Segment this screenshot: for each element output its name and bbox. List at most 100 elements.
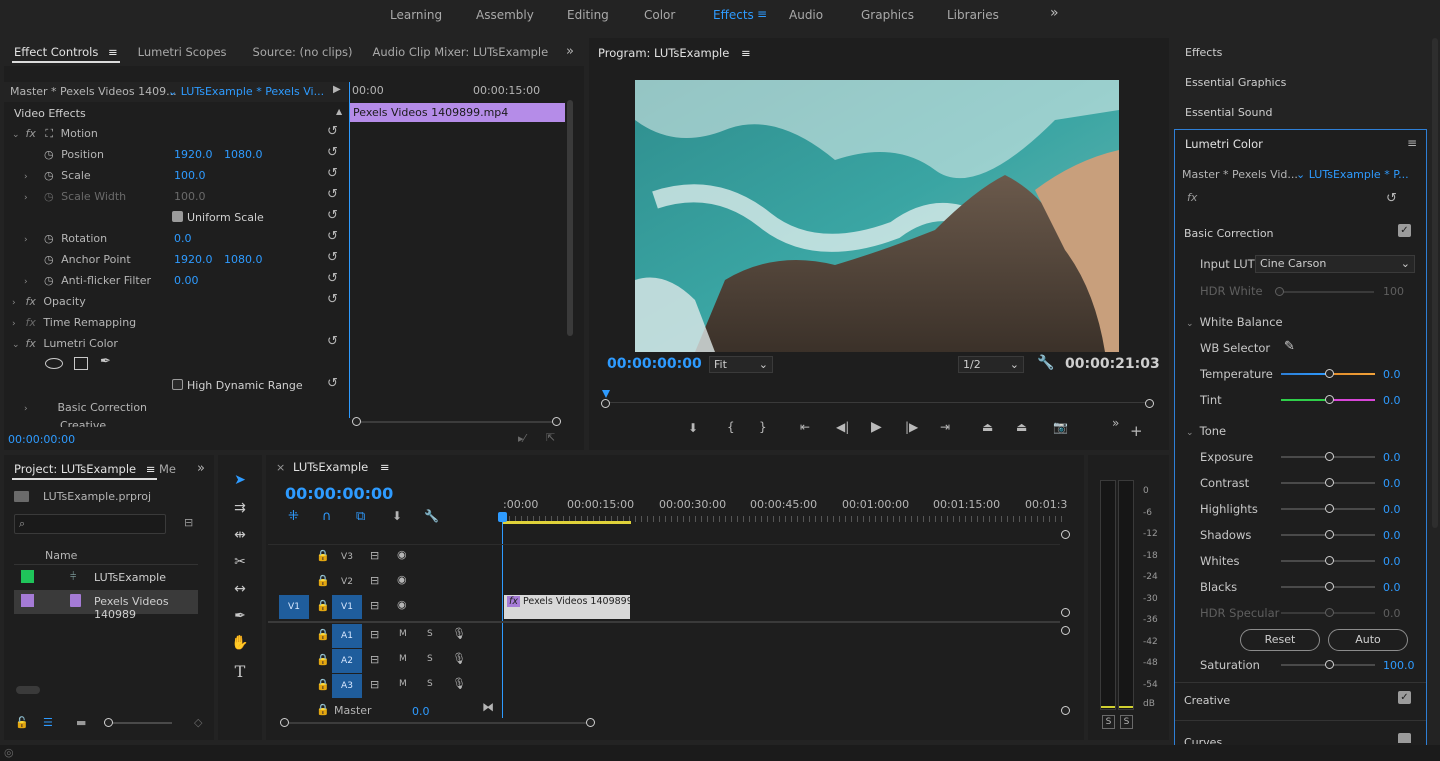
button-editor-icon[interactable]: + — [1130, 422, 1143, 440]
reset-icon[interactable]: ↺ — [327, 125, 341, 139]
temperature-value[interactable]: 0.0 — [1383, 365, 1401, 385]
tab-project[interactable]: Project: LUTsExample ≡ — [4, 455, 165, 483]
ec-scrollbar[interactable] — [567, 100, 573, 336]
video-track-v3[interactable]: 🔒 V3 ⊟ ◉ — [268, 545, 1060, 569]
tint-value[interactable]: 0.0 — [1383, 391, 1401, 411]
eye-icon[interactable]: ◉ — [397, 548, 407, 561]
saturation-value[interactable]: 100.0 — [1383, 656, 1415, 676]
work-area-bar[interactable] — [503, 521, 631, 524]
slip-tool-icon[interactable]: ↔ — [230, 581, 250, 597]
ellipse-mask-icon[interactable] — [45, 358, 63, 369]
ec-sequence-label[interactable]: ⌄ LUTsExample * Pexels Vi... — [168, 85, 324, 98]
reset-icon[interactable]: ↺ — [327, 335, 341, 349]
stopwatch-icon[interactable]: ◷ — [44, 274, 54, 287]
add-marker-icon[interactable]: ⬇ — [392, 509, 402, 523]
shadows-value[interactable]: 0.0 — [1383, 526, 1401, 546]
lumetri-fx-icon[interactable]: fx — [1187, 191, 1197, 204]
export-icon[interactable]: ⇱ — [546, 431, 555, 444]
position-y-value[interactable]: 1080.0 — [224, 145, 263, 165]
go-to-out-icon[interactable]: ⇥ — [940, 420, 950, 434]
ec-hscroll[interactable] — [352, 417, 562, 427]
tab-timeline[interactable]: LUTsExample ≡ — [293, 460, 390, 474]
reset-icon[interactable]: ↺ — [327, 188, 341, 202]
snap-icon[interactable]: ∩ — [322, 509, 332, 524]
lock-icon[interactable]: 🔒 — [316, 653, 330, 666]
reset-icon[interactable]: ↺ — [327, 251, 341, 265]
more-buttons-icon[interactable]: » — [1112, 416, 1119, 430]
step-back-icon[interactable]: ◀| — [836, 420, 849, 434]
go-to-in-icon[interactable]: ⇤ — [800, 420, 810, 434]
step-forward-icon[interactable]: |▶ — [905, 420, 918, 434]
creative-row[interactable]: Creative — [24, 418, 106, 427]
workspace-audio[interactable]: Audio — [789, 8, 823, 22]
exposure-knob[interactable] — [1325, 452, 1334, 461]
checkbox-checked-icon[interactable] — [172, 211, 183, 222]
add-marker-icon[interactable]: ⬇ — [688, 421, 698, 435]
effects-panel-header[interactable]: Effects — [1174, 38, 1426, 66]
ec-timecode[interactable]: 00:00:00:00 — [8, 433, 75, 446]
selection-tool-icon[interactable]: ➤ — [230, 472, 250, 488]
creative-checkbox[interactable]: ✓ — [1398, 691, 1411, 704]
mute-button[interactable]: M — [399, 679, 407, 689]
right-scrollbar[interactable] — [1432, 38, 1438, 528]
project-item-clip[interactable]: Pexels Videos 140989 — [14, 590, 198, 621]
mute-button[interactable]: M — [399, 654, 407, 664]
curves-checkbox[interactable] — [1398, 733, 1411, 743]
reset-icon[interactable]: ↺ — [327, 146, 341, 160]
project-search-input[interactable]: ⌕ — [14, 514, 166, 534]
chevron-right-icon[interactable]: › — [24, 272, 34, 292]
hdr-checkbox[interactable]: High Dynamic Range — [172, 376, 303, 396]
basic-correction-heading[interactable]: Basic Correction — [1184, 227, 1274, 240]
sync-lock-icon[interactable]: ⊟ — [370, 653, 379, 666]
video-track-v1[interactable]: V1 🔒 V1 ⊟ ◉ — [268, 595, 1060, 619]
curves-heading[interactable]: Curves — [1184, 736, 1222, 744]
new-bin-icon[interactable]: ⊟ — [184, 516, 193, 529]
workspace-menu-icon[interactable]: ≡ — [757, 7, 767, 21]
microphone-icon[interactable]: 🎙 — [452, 627, 466, 640]
scroll-handle-right[interactable] — [552, 417, 561, 426]
audio-track-a3[interactable]: 🔒 A3 ⊟ M S 🎙 — [268, 674, 1060, 698]
source-patch-v1[interactable]: V1 — [279, 595, 309, 619]
sync-lock-icon[interactable]: ⊟ — [370, 628, 379, 641]
audio-track-a2[interactable]: 🔒 A2 ⊟ M S 🎙 — [268, 649, 1060, 673]
label-color-swatch[interactable] — [21, 594, 34, 607]
solo-button[interactable]: S — [427, 654, 433, 664]
program-scrub-bar[interactable] — [600, 386, 1156, 410]
timeline-hscroll[interactable] — [280, 718, 1060, 728]
lock-icon[interactable]: 🔒 — [316, 703, 330, 716]
fit-dropdown[interactable]: Fit ⌄ — [709, 356, 773, 373]
solo-button[interactable]: S — [427, 679, 433, 689]
exposure-value[interactable]: 0.0 — [1383, 448, 1401, 468]
whites-knob[interactable] — [1325, 556, 1334, 565]
creative-heading[interactable]: Creative — [1184, 694, 1230, 707]
extract-icon[interactable]: ⏏ — [1016, 420, 1027, 434]
workspace-assembly[interactable]: Assembly — [476, 8, 534, 22]
pen-tool-icon[interactable]: ✒ — [230, 608, 250, 624]
solo-left-button[interactable]: S — [1102, 715, 1115, 729]
essential-graphics-header[interactable]: Essential Graphics — [1174, 68, 1426, 96]
panel-menu-icon[interactable]: ≡ — [1407, 136, 1417, 150]
workspace-libraries[interactable]: Libraries — [947, 8, 999, 22]
blacks-value[interactable]: 0.0 — [1383, 578, 1401, 598]
temperature-knob[interactable] — [1325, 369, 1334, 378]
lock-icon[interactable]: 🔒 — [316, 549, 330, 562]
program-playhead-timecode[interactable]: 00:00:00:00 — [607, 356, 702, 372]
resolution-dropdown[interactable]: 1/2 ⌄ — [958, 356, 1024, 373]
sync-lock-icon[interactable]: ⊟ — [370, 678, 379, 691]
nest-icon[interactable]: ⁜ — [288, 509, 299, 524]
eyedropper-icon[interactable]: ✎ — [1284, 339, 1295, 354]
essential-sound-header[interactable]: Essential Sound — [1174, 98, 1426, 126]
tone-heading[interactable]: ⌄ Tone — [1186, 421, 1226, 441]
lock-icon[interactable]: 🔓 — [15, 716, 29, 729]
more-panels-icon[interactable]: » — [197, 461, 205, 476]
label-color-swatch[interactable] — [21, 570, 34, 583]
pen-mask-icon[interactable]: ✒ — [100, 354, 111, 369]
contrast-value[interactable]: 0.0 — [1383, 474, 1401, 494]
go-to-end-icon[interactable]: ⧓ — [482, 700, 494, 714]
lock-icon[interactable]: 🔒 — [316, 599, 330, 612]
lumetri-color-row[interactable]: ⌄ fx Lumetri Color — [12, 334, 118, 354]
anchor-y-value[interactable]: 1080.0 — [224, 250, 263, 270]
sync-lock-icon[interactable]: ⊟ — [370, 574, 379, 587]
close-icon[interactable]: × — [276, 461, 285, 474]
ec-master-label[interactable]: Master * Pexels Videos 1409... — [10, 85, 177, 98]
